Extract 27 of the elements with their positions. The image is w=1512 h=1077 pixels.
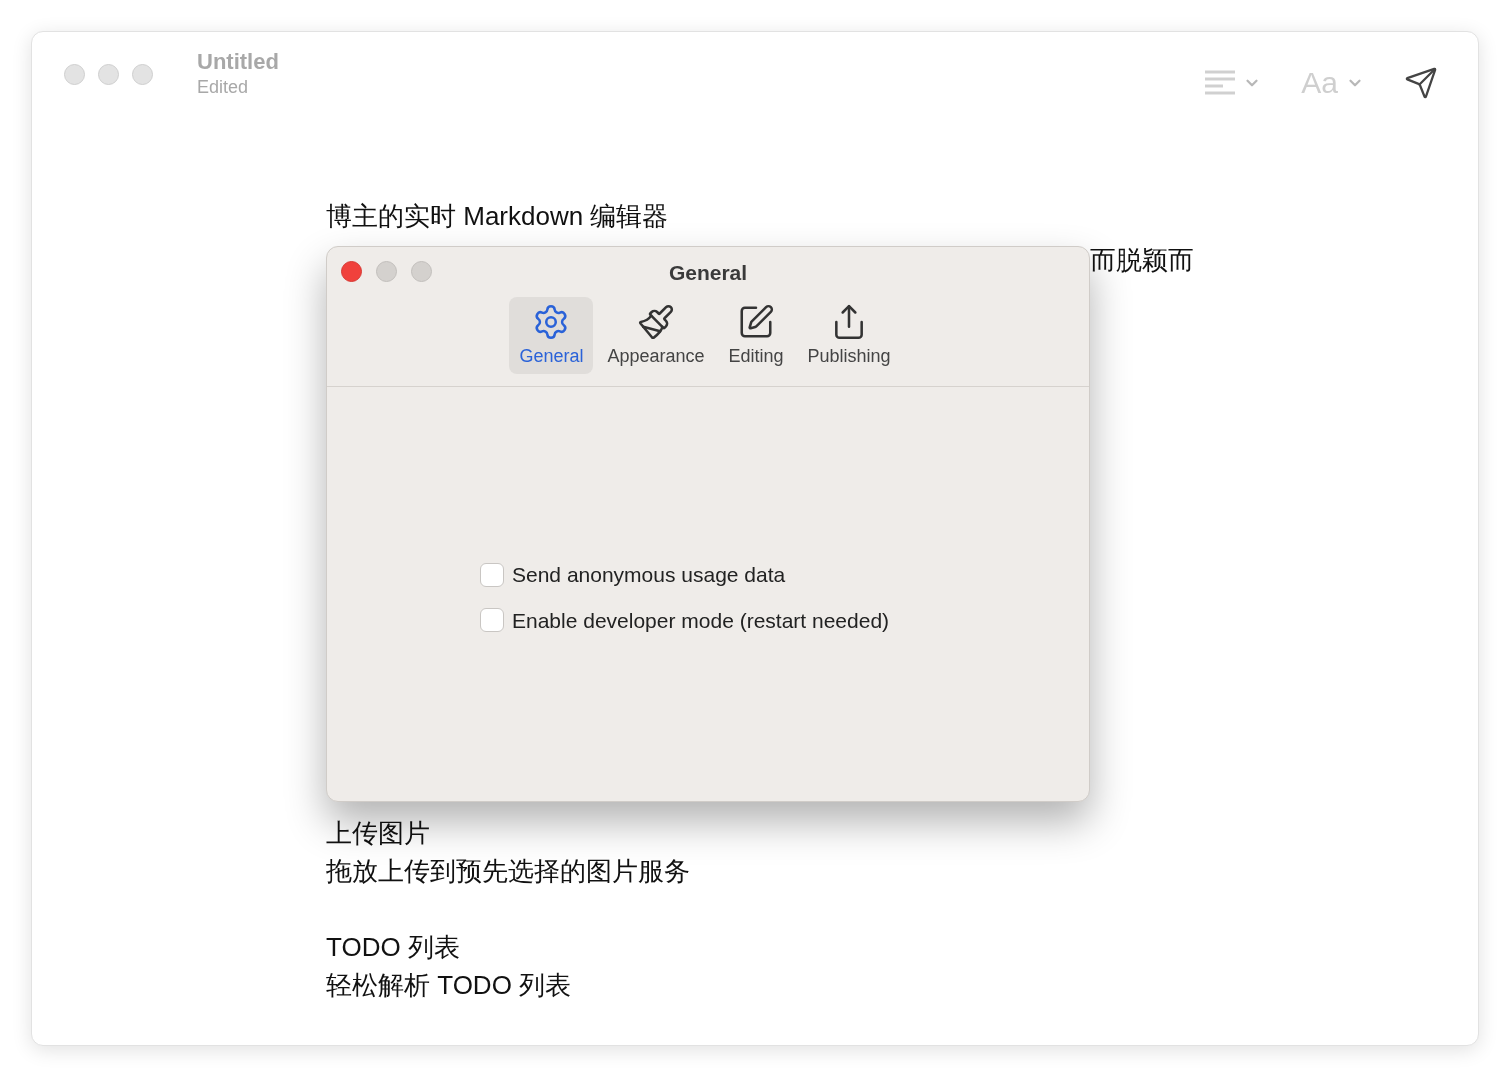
document-line: 博主的实时 Markdown 编辑器 <box>326 200 669 233</box>
paintbrush-icon <box>636 302 675 341</box>
window-control[interactable] <box>64 64 85 85</box>
preferences-tab[interactable]: Appearance <box>597 296 715 374</box>
checkbox-label: Send anonymous usage data <box>512 562 786 588</box>
window-control[interactable] <box>98 64 119 85</box>
checkbox[interactable] <box>480 562 504 587</box>
minimize-button[interactable] <box>376 261 397 282</box>
text-align-icon <box>1205 69 1236 96</box>
preferences-tab[interactable]: Editing <box>718 296 794 374</box>
document-line: 轻松解析 TODO 列表 <box>326 969 572 1002</box>
document-line: 拖放上传到预先选择的图片服务 <box>326 855 690 888</box>
window-control[interactable] <box>132 64 153 85</box>
send-icon[interactable] <box>1404 65 1438 100</box>
pencil-square-icon <box>737 302 775 341</box>
preferences-tab[interactable]: General <box>509 296 594 374</box>
preferences-tab[interactable]: Publishing <box>797 296 901 374</box>
zoom-button[interactable] <box>411 261 432 282</box>
dialog-title: General <box>668 261 748 284</box>
document-line: 而脱颖而 <box>1090 244 1194 277</box>
document-line: 上传图片 <box>326 817 430 850</box>
document-line: TODO 列表 <box>326 931 460 964</box>
checkbox-label: Enable developer mode (restart needed) <box>512 607 890 634</box>
window-subtitle: Edited <box>197 75 250 98</box>
close-button[interactable] <box>341 261 362 282</box>
checkbox[interactable] <box>480 608 504 633</box>
window-title: Untitled <box>197 48 279 76</box>
